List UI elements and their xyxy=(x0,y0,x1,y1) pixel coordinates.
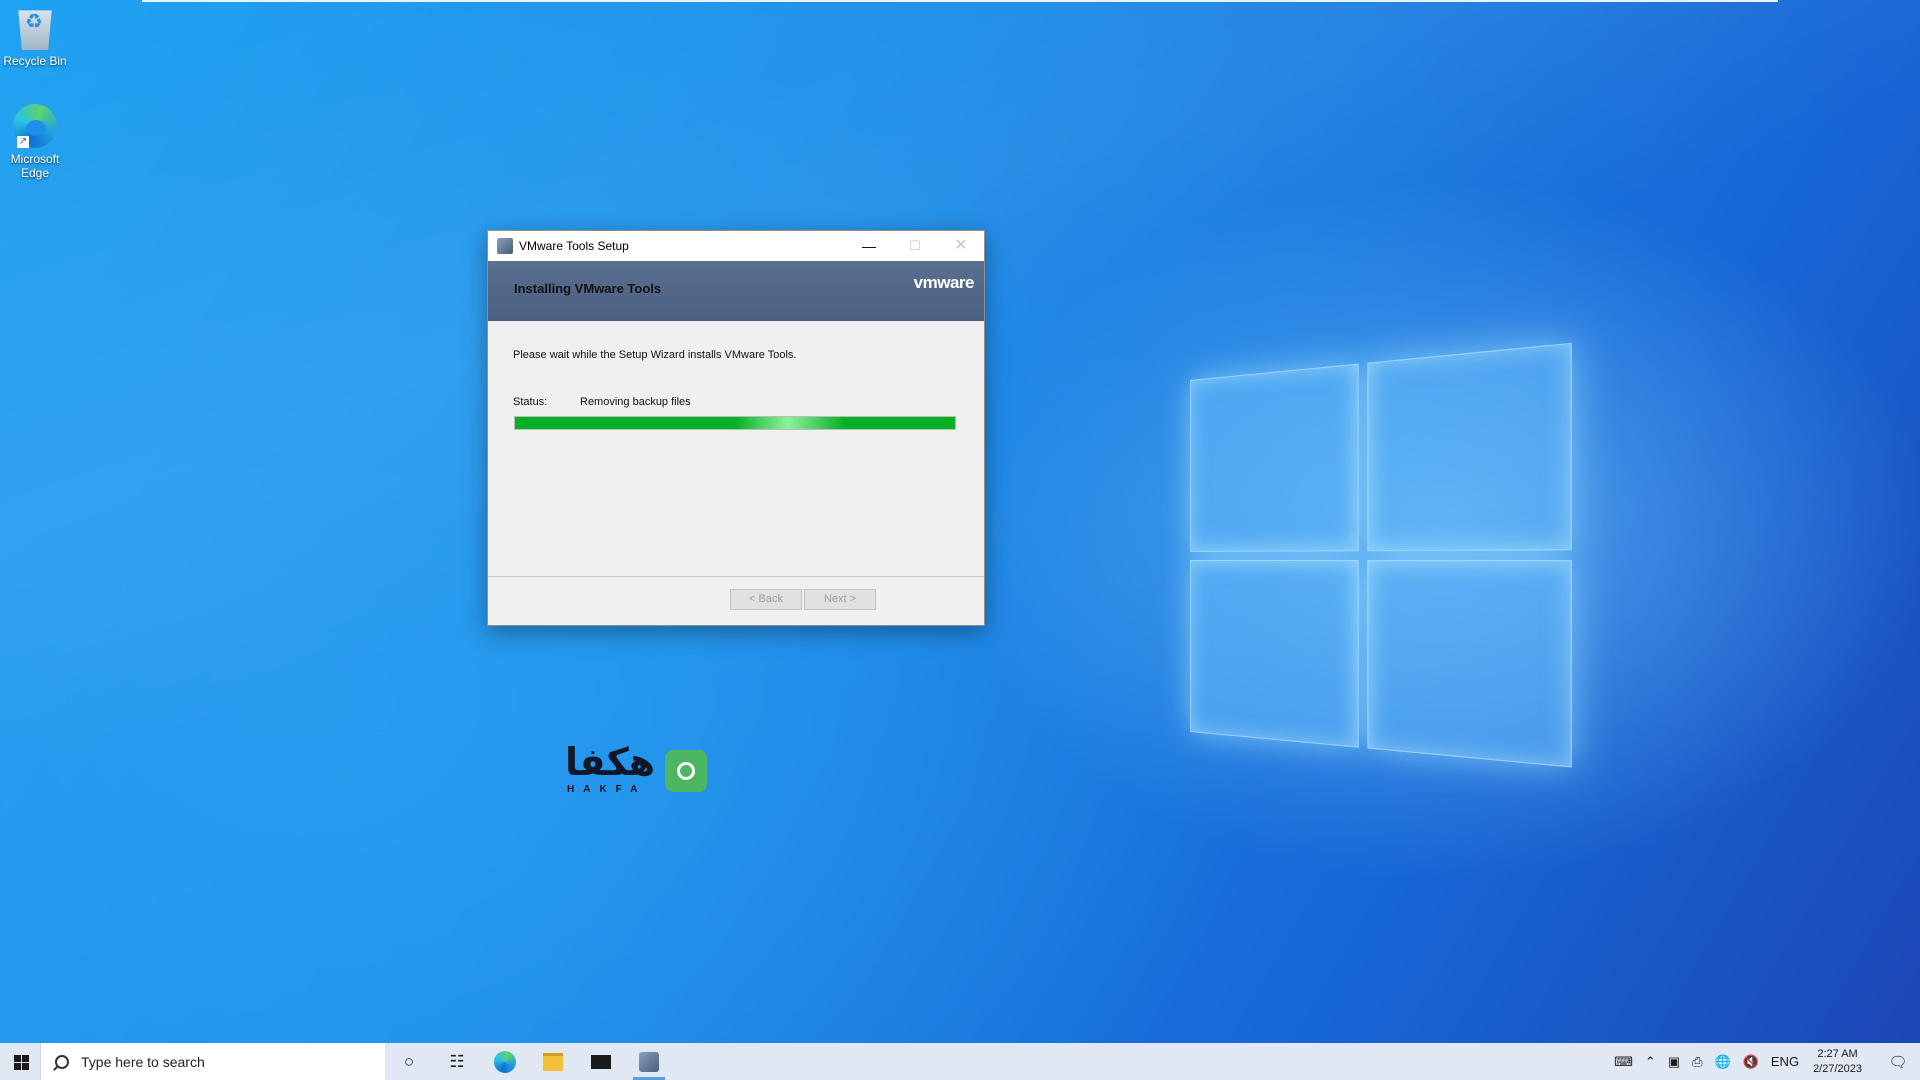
windows-logo-wallpaper xyxy=(1190,342,1582,779)
vmware-logo: vmware xyxy=(914,273,974,293)
language-indicator[interactable]: ENG xyxy=(1771,1054,1799,1069)
cortana-button[interactable]: ○ xyxy=(385,1043,433,1080)
maximize-button[interactable]: ☐ xyxy=(892,231,938,261)
desktop-icon-label: Microsoft Edge xyxy=(11,152,60,180)
search-placeholder: Type here to search xyxy=(81,1054,205,1070)
graduation-cap-icon xyxy=(665,750,707,792)
keyboard-icon[interactable]: ⌨ xyxy=(1614,1054,1633,1070)
instruction-text: Please wait while the Setup Wizard insta… xyxy=(513,349,796,361)
watermark-subtext: HAKFA xyxy=(567,784,646,795)
task-view-button[interactable]: ☷ xyxy=(433,1043,481,1080)
edge-icon: ↗ xyxy=(13,104,57,148)
taskbar-file-explorer[interactable] xyxy=(529,1043,577,1080)
taskbar: Type here to search ○ ☷ ⌨ ⌃ ▣ ⎙ 🌐 🔇 ENG … xyxy=(0,1043,1920,1080)
usb-device-icon[interactable]: ⎙ xyxy=(1692,1054,1702,1070)
status-label: Status: xyxy=(513,396,547,408)
search-icon xyxy=(55,1055,69,1069)
dialog-title: VMware Tools Setup xyxy=(519,239,629,253)
taskbar-edge[interactable] xyxy=(481,1043,529,1080)
banner-title: Installing VMware Tools xyxy=(514,281,661,296)
desktop-icon-recycle-bin[interactable]: Recycle Bin xyxy=(0,6,70,68)
top-edge-line xyxy=(142,0,1778,2)
setup-app-icon xyxy=(639,1052,659,1072)
dialog-footer: < Back Next > xyxy=(488,576,984,625)
minimize-button[interactable]: — xyxy=(846,231,892,261)
watermark-text: هکفا xyxy=(565,740,655,784)
desktop-icon-label: Recycle Bin xyxy=(3,54,66,68)
close-button[interactable]: ✕ xyxy=(938,231,984,261)
install-progress-bar xyxy=(514,416,956,430)
notification-center-button[interactable]: 🗨 xyxy=(1876,1043,1920,1080)
vmware-tray-icon[interactable]: ▣ xyxy=(1668,1054,1680,1070)
desktop-icon-microsoft-edge[interactable]: ↗ Microsoft Edge xyxy=(0,104,70,180)
vmware-tools-setup-dialog: VMware Tools Setup — ☐ ✕ Installing VMwa… xyxy=(487,230,985,626)
system-tray: ⌨ ⌃ ▣ ⎙ 🌐 🔇 ENG 2:27 AM 2/27/2023 🗨 xyxy=(1608,1043,1920,1080)
dialog-titlebar[interactable]: VMware Tools Setup — ☐ ✕ xyxy=(488,231,984,261)
dialog-content: Please wait while the Setup Wizard insta… xyxy=(488,321,984,575)
taskbar-search-box[interactable]: Type here to search xyxy=(40,1043,385,1080)
recycle-bin-icon xyxy=(13,6,57,50)
status-value: Removing backup files xyxy=(580,396,691,408)
hakfa-watermark: هکفا HAKFA xyxy=(565,740,715,800)
start-button[interactable] xyxy=(0,1043,40,1080)
dialog-banner: Installing VMware Tools vmware xyxy=(488,261,984,321)
edge-icon xyxy=(494,1051,516,1073)
taskbar-vmware-setup[interactable] xyxy=(625,1043,673,1080)
progress-fill xyxy=(515,417,955,429)
volume-muted-icon[interactable]: 🔇 xyxy=(1743,1054,1759,1070)
taskbar-mail[interactable] xyxy=(577,1043,625,1080)
clock[interactable]: 2:27 AM 2/27/2023 xyxy=(1813,1047,1862,1077)
next-button[interactable]: Next > xyxy=(804,589,876,610)
chevron-up-icon[interactable]: ⌃ xyxy=(1645,1054,1656,1070)
setup-app-icon xyxy=(497,238,513,254)
mail-icon xyxy=(591,1055,611,1069)
clock-date: 2/27/2023 xyxy=(1813,1062,1862,1077)
shortcut-arrow-icon: ↗ xyxy=(17,136,29,148)
clock-time: 2:27 AM xyxy=(1813,1047,1862,1062)
back-button[interactable]: < Back xyxy=(730,589,802,610)
folder-icon xyxy=(543,1053,563,1071)
network-globe-icon[interactable]: 🌐 xyxy=(1715,1054,1731,1070)
